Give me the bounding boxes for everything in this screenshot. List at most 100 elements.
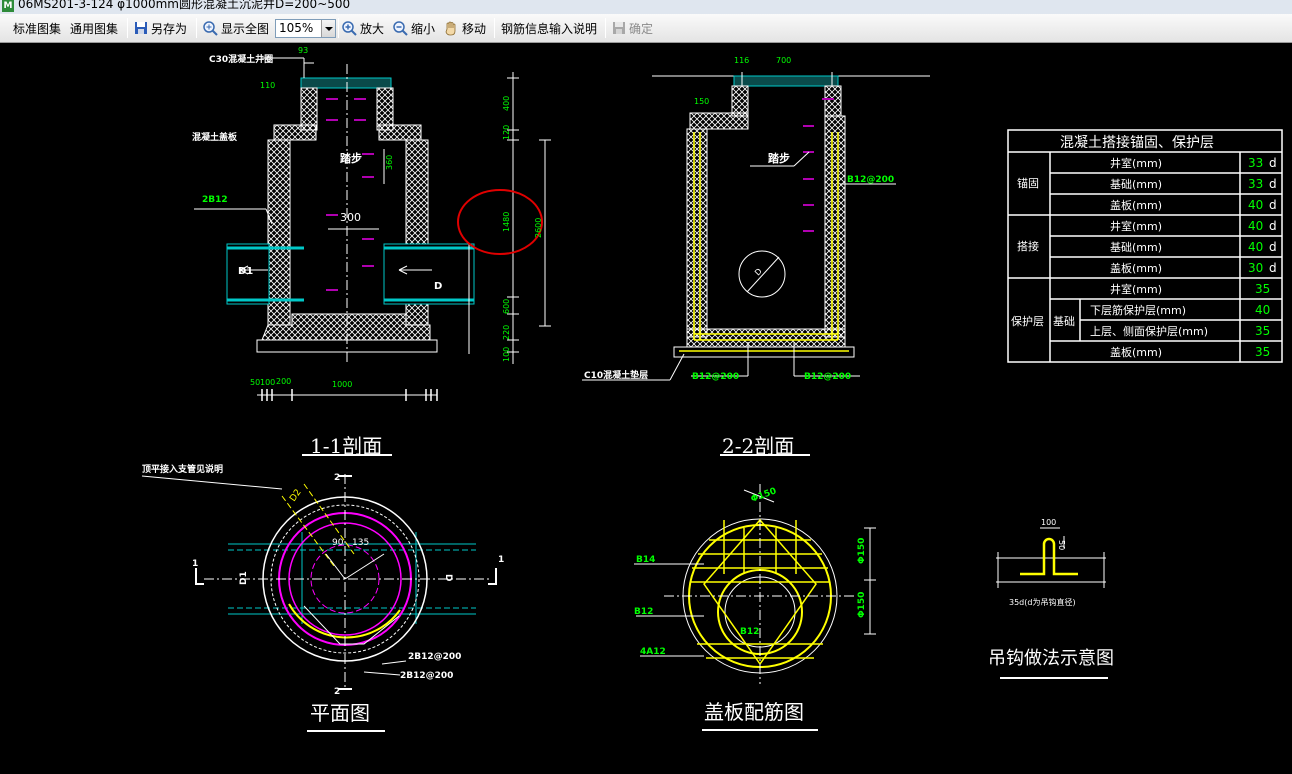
pipe-label-d1-plan: D1: [239, 571, 249, 585]
dim-700: 700: [776, 56, 791, 65]
title-hook: 吊钩做法示意图: [988, 648, 1114, 669]
label-b12-bottom: B12@200: [804, 372, 851, 382]
table-cell-value: 40: [1248, 240, 1263, 254]
label-phi150-right-1: Φ150: [857, 538, 867, 564]
zoom-in-button[interactable]: 放大: [341, 19, 384, 37]
pipe-label-d2: D2: [288, 488, 303, 504]
title-section-2-2: 2-2剖面: [722, 434, 794, 458]
table-cell-value: 40: [1248, 198, 1263, 212]
label-phi150-right-2: Φ150: [857, 592, 867, 618]
cad-drawing: C30混凝土井圈 混凝土盖板 2B12 踏步 93 110 300 360 40…: [141, 46, 1283, 732]
dim-2600: 2600: [534, 218, 543, 238]
table-cell-unit: d: [1269, 261, 1277, 275]
well-ring-top-2: [733, 75, 839, 87]
label-step: 踏步: [340, 151, 362, 165]
toolbar-separator: [196, 18, 197, 38]
title-bar: M 06MS201-3-124 φ1000mm圆形混凝土沉泥井D=200~500: [0, 0, 1292, 14]
dim-360: 360: [385, 155, 394, 170]
cover-slab-right: [378, 124, 422, 141]
cover-rebar-labels: Φ150 B14 B12 B12 4A12 Φ150 Φ150 盖板配筋图: [634, 486, 867, 724]
dim-100-bottom: 100: [260, 378, 275, 387]
plan-view-labels: 顶平接入支管见说明 2 2 1 1 D2 90 135 D1 D 2B12@20…: [142, 463, 504, 725]
well-ring-top: [300, 77, 392, 89]
common-atlas-label: 通用图集: [70, 21, 119, 36]
dim-1480: 1480: [502, 212, 511, 232]
std-atlas-button[interactable]: 标准图集: [13, 19, 61, 37]
ring-wall-left: [300, 87, 318, 131]
rebar-help-button[interactable]: 钢筋信息输入说明: [501, 19, 597, 37]
window-title: 06MS201-3-124 φ1000mm圆形混凝土沉泥井D=200~500: [18, 0, 351, 11]
label-step-2: 踏步: [768, 151, 790, 165]
label-b12-left: B12@200: [692, 372, 739, 382]
rebar-help-label: 钢筋信息输入说明: [501, 21, 598, 36]
label-b14: B14: [636, 555, 655, 565]
toolbar-separator: [605, 18, 606, 38]
table-group-cover: 保护层: [1011, 314, 1044, 328]
angle-90: 90: [332, 538, 344, 548]
table-sub-group-base: 基础: [1053, 315, 1075, 328]
common-atlas-button[interactable]: 通用图集: [70, 19, 118, 37]
fit-all-button[interactable]: 显示全图: [202, 19, 269, 37]
save-as-label: 另存为: [151, 21, 188, 36]
dim-116: 116: [734, 56, 749, 65]
table-cell-item: 井室(mm): [1110, 156, 1162, 170]
plan-view: [141, 474, 497, 732]
table-cell-item: 上层、侧面保护层(mm): [1090, 324, 1208, 338]
table-cell-value: 35: [1255, 345, 1270, 359]
save-as-button[interactable]: 另存为: [134, 19, 187, 37]
table-cell-value: 30: [1248, 261, 1263, 275]
section-mark-2-bottom: 2: [334, 687, 340, 697]
table-cell-unit: d: [1269, 240, 1277, 254]
chamber-wall-left: [267, 139, 291, 326]
toolbar: 标准图集 通用图集 另存为 显示全图 105% 放大 缩小 移动 钢筋信息输入说…: [0, 14, 1292, 43]
hook-labels: 100 50 35d(d为吊钩直径) 吊钩做法示意图: [988, 518, 1114, 669]
dim-hook-50: 50: [1057, 540, 1066, 550]
base-slab-2: [686, 328, 846, 348]
zoom-select[interactable]: 105%: [275, 19, 336, 38]
table-title: 混凝土搭接锚固、保护层: [1060, 134, 1214, 151]
floppy-disk-disabled-icon: [613, 22, 625, 34]
drawing-canvas[interactable]: C30混凝土井圈 混凝土盖板 2B12 踏步 93 110 300 360 40…: [4, 44, 1290, 774]
pipe-label-d: D: [434, 281, 442, 292]
zoom-value: 105%: [279, 21, 314, 35]
confirm-button[interactable]: 确定: [612, 19, 653, 37]
section-2-2: [582, 72, 930, 456]
section-mark-1-right: 1: [498, 555, 504, 565]
cover-slab-2: [689, 112, 749, 130]
section-mark-2-top: 2: [334, 473, 340, 483]
title-plan: 平面图: [310, 701, 370, 725]
dim-110: 110: [260, 81, 275, 90]
table-cell-value: 35: [1255, 324, 1270, 338]
dim-150: 150: [694, 97, 709, 106]
title-cover-rebar: 盖板配筋图: [704, 700, 804, 724]
table-cell-item: 盖板(mm): [1110, 198, 1162, 212]
table-cell-item: 盖板(mm): [1110, 261, 1162, 275]
hand-pan-icon: [445, 21, 456, 36]
dim-93: 93: [298, 46, 308, 55]
section-mark-1-left: 1: [192, 559, 198, 569]
std-atlas-label: 标准图集: [13, 21, 62, 36]
table-cell-value: 40: [1248, 219, 1263, 233]
toolbar-separator: [127, 18, 128, 38]
table-cell-value: 35: [1255, 282, 1270, 296]
anchorage-table-text: 混凝土搭接锚固、保护层 锚固 搭接 保护层 基础 井室(mm) 基础(mm) 盖…: [1011, 134, 1277, 359]
dim-1000: 1000: [332, 380, 352, 389]
dim-200: 200: [276, 377, 291, 386]
table-cell-value: 33: [1248, 177, 1263, 191]
label-2b12-a: 2B12@200: [408, 652, 461, 662]
dim-300: 300: [340, 211, 361, 224]
label-2b12-b: 2B12@200: [400, 671, 453, 681]
zoom-out-button[interactable]: 缩小: [392, 19, 435, 37]
dim-hook-100: 100: [1041, 518, 1056, 527]
move-button[interactable]: 移动: [443, 19, 486, 37]
table-group-lap: 搭接: [1017, 240, 1039, 253]
chevron-down-icon[interactable]: [321, 20, 335, 37]
table-cell-item: 井室(mm): [1110, 219, 1162, 233]
label-c10-pad: C10混凝土垫层: [584, 369, 648, 381]
chamber-wall-right-2: [824, 115, 846, 338]
section-1-1: [194, 57, 551, 456]
table-cell-item: 下层筋保护层(mm): [1090, 303, 1186, 317]
cover-slab-left: [273, 124, 317, 141]
pipe-label-d-plan: D: [443, 574, 453, 581]
dim-120: 120: [502, 125, 511, 140]
